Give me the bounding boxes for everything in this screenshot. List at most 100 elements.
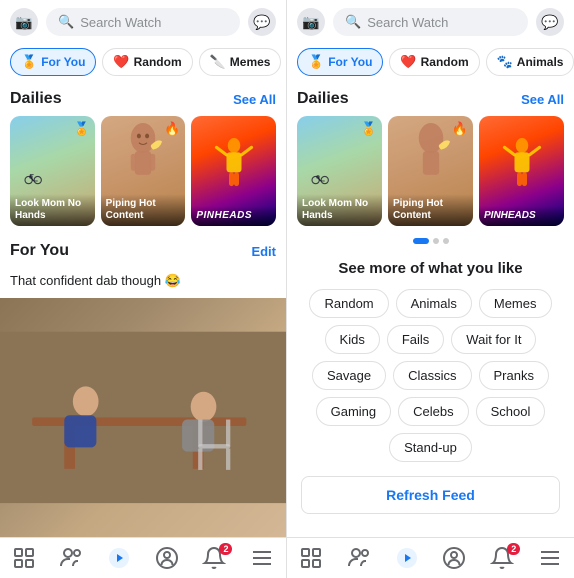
card-badge-1: 🏅 [73, 121, 89, 137]
nav-notifications[interactable]: 2 [194, 546, 234, 570]
thermal-silhouette [209, 133, 259, 208]
card-label-1: Look Mom No Hands [10, 194, 95, 226]
right-daily-card-1[interactable]: 🏅 Look Mom No Hands [297, 116, 382, 226]
left-search-bar: 📷 🔍 Search Watch 💬 [0, 0, 286, 44]
post-image-svg [0, 298, 286, 537]
left-dailies-header: Dailies See All [0, 82, 286, 112]
right-tab-random[interactable]: ❤️ Random [389, 48, 479, 76]
edit-label[interactable]: Edit [251, 244, 276, 259]
right-nav-friends[interactable] [339, 546, 379, 570]
nav-friends[interactable] [51, 546, 91, 570]
see-more-title: See more of what you like [287, 248, 574, 285]
for-you-header: For You Edit [0, 234, 286, 264]
right-face-silhouette [403, 121, 458, 196]
nav-feed[interactable] [4, 546, 44, 570]
right-card-label-3: PINHEADS [479, 206, 564, 226]
right-notification-badge: 2 [507, 543, 520, 555]
trophy-emoji: 🏅 [21, 54, 37, 70]
tag-animals[interactable]: Animals [396, 289, 472, 318]
right-tab-animals-label: Animals [517, 55, 564, 69]
left-see-all[interactable]: See All [233, 92, 276, 107]
right-search-bar: 📷 🔍 Search Watch 💬 [287, 0, 574, 44]
right-nav-feed[interactable] [291, 546, 331, 570]
right-search-placeholder: Search Watch [367, 15, 448, 30]
right-see-all[interactable]: See All [521, 92, 564, 107]
card-label-2: Piping Hot Content [101, 194, 186, 226]
daily-card-1[interactable]: 🏅 Look Mom No Hands [10, 116, 95, 226]
for-you-title: For You [10, 242, 69, 260]
tag-gaming[interactable]: Gaming [316, 397, 392, 426]
memes-emoji: 🔪 [210, 54, 226, 70]
right-nav-menu[interactable] [530, 546, 570, 570]
tag-classics[interactable]: Classics [393, 361, 471, 390]
tag-random[interactable]: Random [309, 289, 388, 318]
right-tab-animals[interactable]: 🐾 Animals [486, 48, 574, 76]
tag-savage[interactable]: Savage [312, 361, 386, 390]
left-dailies-row: 🏅 Look Mom No Hands 🔥 Piping Hot C [0, 112, 286, 234]
search-placeholder-text: Search Watch [80, 15, 161, 30]
right-card-badge-2: 🔥 [452, 121, 468, 137]
post-text: That confident dab though 😂 [0, 264, 286, 298]
right-category-tabs: 🏅 For You ❤️ Random 🐾 Animals 🔪 [287, 44, 574, 82]
right-camera-icon[interactable]: 📷 [297, 8, 325, 36]
right-panel: 📷 🔍 Search Watch 💬 🏅 For You ❤️ Random 🐾… [287, 0, 574, 578]
card-label-3: PINHEADS [191, 206, 276, 226]
daily-card-3[interactable]: PINHEADS [191, 116, 276, 226]
right-dailies-row: 🏅 Look Mom No Hands 🔥 Piping Hot Content [287, 112, 574, 234]
right-tab-random-label: Random [421, 55, 469, 69]
tab-memes-label: Memes [230, 55, 271, 69]
left-search-input[interactable]: 🔍 Search Watch [46, 8, 240, 36]
left-category-tabs: 🏅 For You ❤️ Random 🔪 Memes [0, 44, 286, 82]
right-card-badge-1: 🏅 [361, 121, 377, 137]
bottom-nav: 2 [0, 537, 286, 578]
nav-profile[interactable] [147, 546, 187, 570]
tag-celebs[interactable]: Celebs [398, 397, 468, 426]
right-dailies-header: Dailies See All [287, 82, 574, 112]
right-messenger-icon[interactable]: 💬 [536, 8, 564, 36]
messenger-icon[interactable]: 💬 [248, 8, 276, 36]
daily-card-2[interactable]: 🔥 Piping Hot Content [101, 116, 186, 226]
right-daily-card-3[interactable]: PINHEADS [479, 116, 564, 226]
right-search-icon: 🔍 [345, 14, 361, 30]
notification-badge: 2 [219, 543, 232, 555]
camera-icon[interactable]: 📷 [10, 8, 38, 36]
tag-standup[interactable]: Stand-up [389, 433, 472, 462]
tag-kids[interactable]: Kids [325, 325, 380, 354]
right-thermal-silhouette [497, 133, 547, 208]
right-nav-profile[interactable] [434, 546, 474, 570]
tag-school[interactable]: School [476, 397, 546, 426]
tab-random[interactable]: ❤️ Random [102, 48, 192, 76]
right-search-input[interactable]: 🔍 Search Watch [333, 8, 528, 36]
right-nav-notifications[interactable]: 2 [482, 546, 522, 570]
tab-for-you-label: For You [41, 55, 85, 69]
tag-wait-for-it[interactable]: Wait for It [451, 325, 536, 354]
right-tab-for-you-label: For You [328, 55, 372, 69]
right-daily-card-2[interactable]: 🔥 Piping Hot Content [388, 116, 473, 226]
face-silhouette [116, 121, 171, 196]
post-image[interactable] [0, 298, 286, 537]
right-card-label-2: Piping Hot Content [388, 194, 473, 226]
tag-pranks[interactable]: Pranks [479, 361, 549, 390]
right-card-label-1: Look Mom No Hands [297, 194, 382, 226]
scroll-dot-1 [413, 238, 429, 244]
tab-for-you[interactable]: 🏅 For You [10, 48, 96, 76]
tag-memes[interactable]: Memes [479, 289, 552, 318]
tags-container: Random Animals Memes Kids Fails Wait for… [287, 285, 574, 466]
left-dailies-title: Dailies [10, 90, 62, 108]
right-tab-for-you[interactable]: 🏅 For You [297, 48, 383, 76]
tab-random-label: Random [134, 55, 182, 69]
heart-emoji: ❤️ [113, 54, 129, 70]
refresh-feed-button[interactable]: Refresh Feed [301, 476, 560, 514]
tab-memes[interactable]: 🔪 Memes [199, 48, 282, 76]
right-nav-watch[interactable] [387, 546, 427, 570]
scroll-dot-3 [443, 238, 449, 244]
right-bottom-nav: 2 [287, 537, 574, 578]
see-more-section: See more of what you like Random Animals… [287, 248, 574, 537]
nav-watch[interactable] [99, 546, 139, 570]
tag-fails[interactable]: Fails [387, 325, 444, 354]
card-badge-2: 🔥 [164, 121, 180, 137]
for-you-section: For You Edit That confident dab though 😂 [0, 234, 286, 537]
right-dailies-title: Dailies [297, 90, 349, 108]
scroll-indicator [287, 234, 574, 248]
nav-menu[interactable] [242, 546, 282, 570]
